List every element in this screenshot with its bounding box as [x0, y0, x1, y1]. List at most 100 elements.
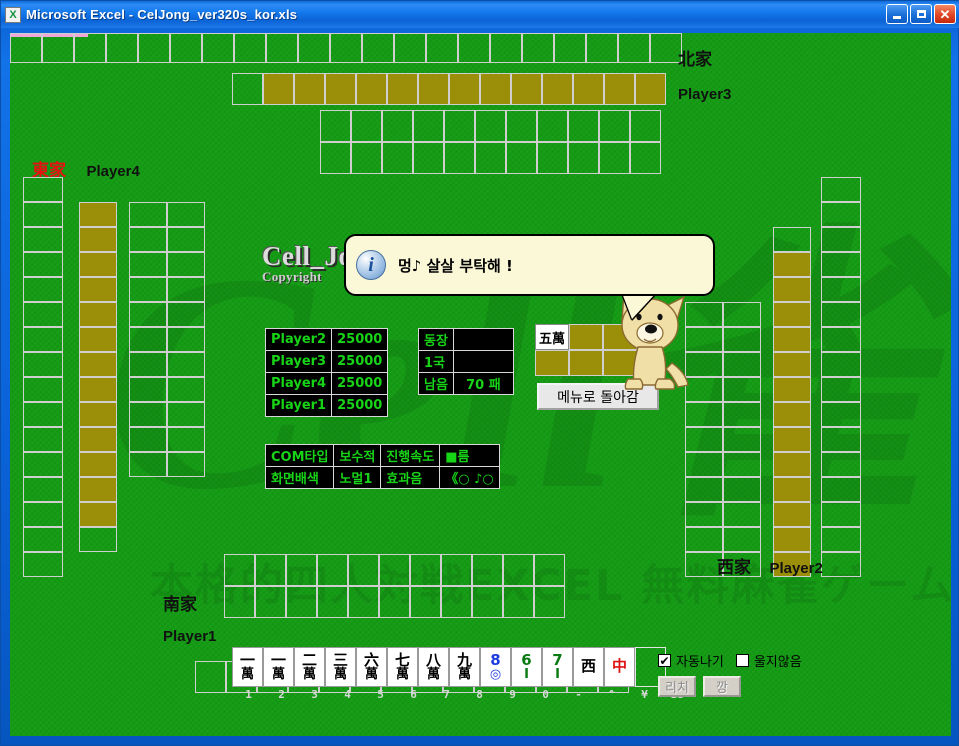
tile-suit: I [524, 667, 529, 683]
hand-tile[interactable]: 二萬 [294, 647, 325, 687]
tile-rank: 一 [270, 650, 286, 669]
drawn-tile-suit: 萬 [552, 331, 566, 347]
setting-color-value[interactable]: 노멀1 [333, 466, 382, 489]
setting-sound-value[interactable]: 《○ ♪○ [439, 466, 500, 489]
tile-rank: 8 [490, 650, 501, 669]
table-row: Player3 25000 [264, 350, 389, 373]
tile-rank: 二 [301, 650, 317, 669]
hand-key-hints: 1 2 3 4 5 6 7 8 9 0 - ^ ¥ BS [232, 688, 694, 701]
north-wall-row [10, 33, 458, 63]
hand-tile[interactable]: 三萬 [325, 647, 356, 687]
window-frame: Microsoft Excel - CelJong_ver320s_kor.xl… [0, 0, 959, 746]
round-label: 동장 [418, 328, 454, 351]
window-controls: ✕ [886, 4, 956, 24]
south-discard-area [224, 554, 565, 618]
table-row: COM타입 보수적 진행속도 ■름 [264, 444, 500, 467]
seat-north-wind: 北家 [678, 50, 712, 70]
hand-tile[interactable]: 六萬 [356, 647, 387, 687]
speech-balloon[interactable]: 멍♪ 살살 부탁해 ! [344, 234, 715, 296]
key-hint: 4 [344, 688, 351, 701]
seat-west: 西家 Player2 [717, 553, 823, 578]
call-button-row: 리치 깡 [658, 676, 828, 697]
balloon-message: 멍♪ 살살 부탁해 ! [398, 256, 513, 275]
score-name: Player2 [264, 328, 333, 351]
hand-tile[interactable]: 一萬 [263, 647, 294, 687]
hand-tile[interactable]: 西 [573, 647, 604, 687]
east-discard-area [129, 202, 205, 477]
score-points: 25000 [331, 394, 389, 417]
player-hand[interactable]: 一萬 一萬 二萬 三萬 六萬 七萬 八萬 九萬 8 ◎ 6I 7I 西 中 [232, 647, 666, 687]
tile-rank: 三 [332, 650, 348, 669]
score-name: Player4 [264, 372, 333, 395]
key-hint: 2 [278, 688, 285, 701]
table-row: Player2 25000 [264, 328, 389, 351]
table-row: 화면배색 노멀1 효과음 《○ ♪○ [264, 466, 500, 489]
key-hint: 6 [410, 688, 417, 701]
north-hand [232, 73, 666, 105]
hand-tile[interactable]: 7I [542, 647, 573, 687]
seat-south: 南家 [163, 590, 197, 615]
maximize-icon [916, 10, 926, 18]
north-wall-row2 [458, 33, 682, 63]
key-hint: 8 [476, 688, 483, 701]
tile-suit: 萬 [333, 667, 347, 683]
score-points: 25000 [331, 328, 389, 351]
tile-suit: 萬 [395, 667, 409, 683]
key-hint: ¥ [641, 688, 648, 701]
settings-table[interactable]: COM타입 보수적 진행속도 ■름 화면배색 노멀1 효과음 《○ ♪○ [264, 444, 500, 489]
seat-east-name: Player4 [86, 163, 140, 180]
no-call-checkbox[interactable] [735, 654, 749, 667]
table-row: Player1 25000 [264, 394, 389, 417]
west-wall-column [821, 177, 861, 577]
tile-rank: 八 [425, 650, 441, 669]
hand-tile[interactable]: 八萬 [418, 647, 449, 687]
setting-color-label: 화면배색 [264, 466, 335, 489]
tile-suit: 萬 [271, 667, 285, 683]
hand-tile[interactable]: 8 ◎ [480, 647, 511, 687]
setting-com-type-value[interactable]: 보수적 [333, 444, 382, 467]
hand-tile[interactable]: 一萬 [232, 647, 263, 687]
key-hint: 9 [509, 688, 516, 701]
setting-speed-value[interactable]: ■름 [439, 444, 500, 467]
meld-slot [569, 324, 603, 350]
score-table: Player2 25000 Player3 25000 Player4 2500… [264, 328, 389, 417]
key-hint: 7 [443, 688, 450, 701]
hand-tile[interactable]: 九萬 [449, 647, 480, 687]
key-hint: 3 [311, 688, 318, 701]
round-table: 동장 1국 남음 70 패 [418, 328, 514, 395]
auto-win-checkbox[interactable]: ✔ [658, 654, 671, 667]
setting-speed-label: 진행속도 [380, 444, 441, 467]
drawn-tile-rank: 五 [538, 331, 552, 347]
meld-slot [569, 350, 603, 376]
round-value [452, 350, 514, 373]
tile-suit: 萬 [457, 667, 471, 683]
key-hint: 1 [245, 688, 252, 701]
hand-tile[interactable]: 6I [511, 647, 542, 687]
drawn-tile[interactable]: 五萬 [535, 324, 569, 350]
hand-tile[interactable]: 七萬 [387, 647, 418, 687]
kan-button[interactable]: 깡 [703, 676, 741, 697]
seat-south-player: Player1 [163, 628, 216, 646]
info-icon [356, 250, 386, 280]
seat-north: 北家 [678, 45, 712, 70]
auto-win-label: 자동나기 [676, 655, 724, 670]
tile-suit: 萬 [364, 667, 378, 683]
seat-south-name: Player1 [163, 628, 217, 645]
hand-tile[interactable]: 中 [604, 647, 635, 687]
minimize-icon [893, 15, 901, 19]
tile-rank: 中 [611, 657, 627, 676]
meld-slot [535, 350, 569, 376]
tile-suit: ◎ [489, 667, 502, 683]
key-hint: 5 [377, 688, 384, 701]
tile-rank: 九 [456, 650, 472, 669]
key-hint: - [575, 688, 582, 701]
tiles-remaining-value: 70 패 [452, 372, 514, 395]
minimize-button[interactable] [886, 4, 908, 24]
check-icon: ✔ [659, 653, 670, 668]
west-hand [773, 227, 811, 577]
maximize-button[interactable] [910, 4, 932, 24]
riichi-button[interactable]: 리치 [658, 676, 696, 697]
tile-suit: 萬 [302, 667, 316, 683]
seat-west-wind: 西家 [717, 558, 751, 578]
close-button[interactable]: ✕ [934, 4, 956, 24]
